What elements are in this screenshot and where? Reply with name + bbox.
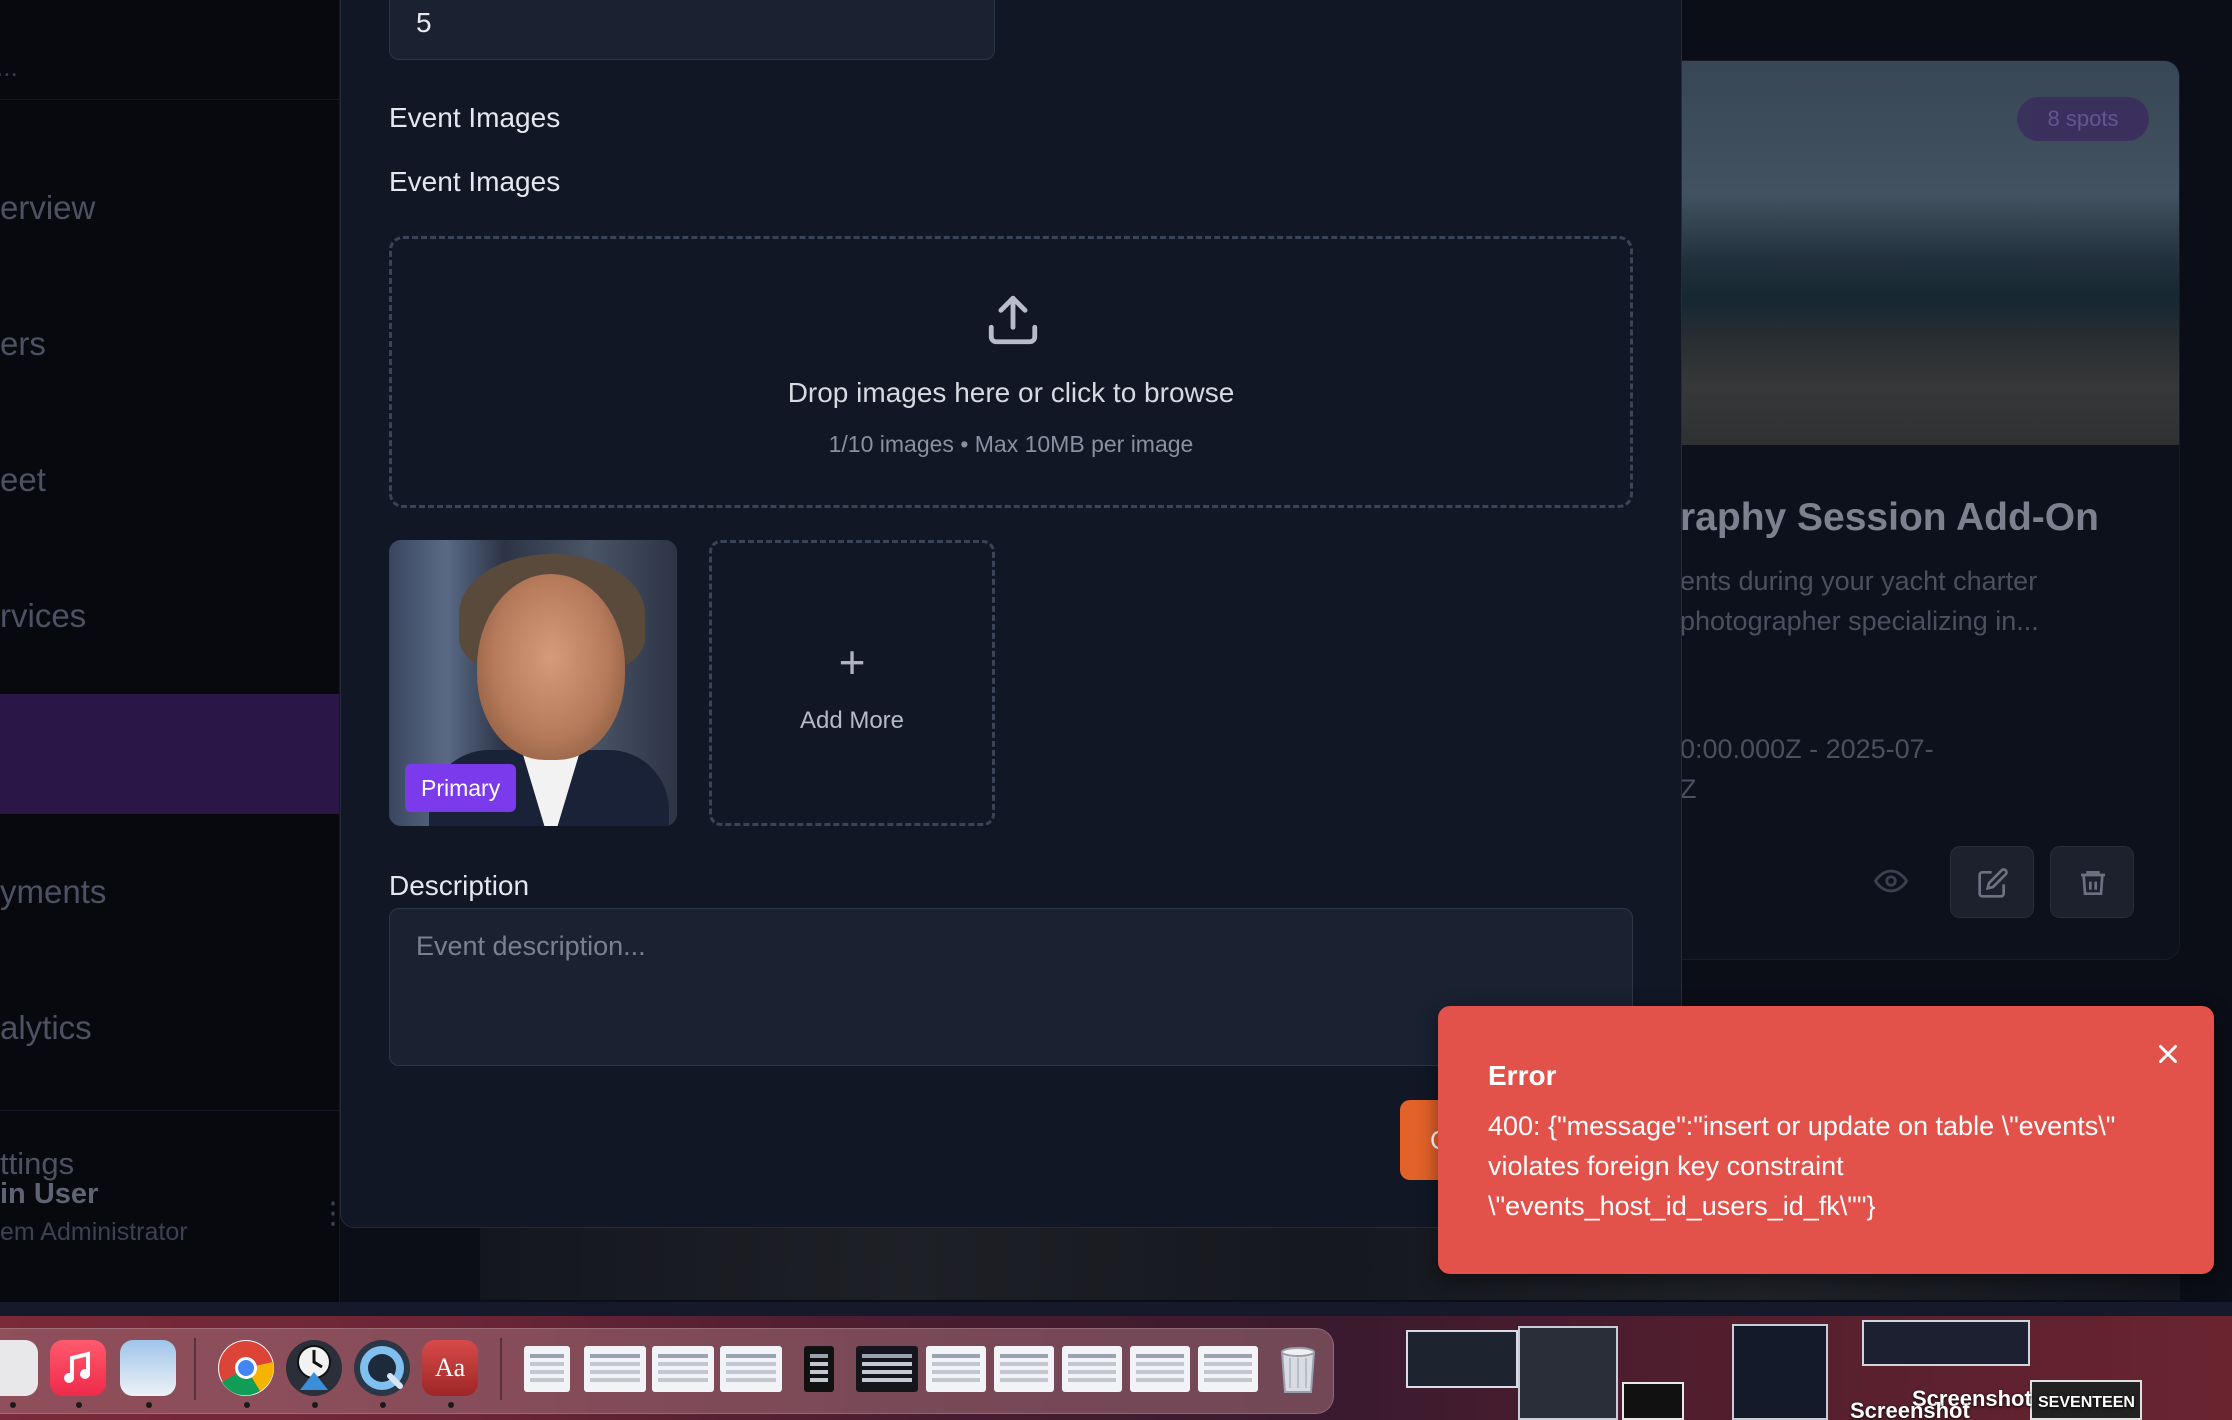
- sidebar-item-fleet[interactable]: eet: [0, 450, 339, 510]
- dictionary-icon[interactable]: Aa: [422, 1340, 478, 1396]
- desktop-screenshot-3[interactable]: [1622, 1382, 1684, 1420]
- sidebar-item-overview[interactable]: erview: [0, 178, 339, 238]
- quicktime-icon[interactable]: [354, 1340, 410, 1396]
- trash-can-icon[interactable]: [1270, 1340, 1326, 1396]
- dock-document-10[interactable]: [1130, 1346, 1190, 1392]
- section-title-event-images: Event Images: [389, 102, 561, 133]
- dropzone-title: Drop images here or click to browse: [787, 377, 1235, 408]
- event-card-badge: 8 spots: [2017, 97, 2149, 141]
- sidebar: ... erview ers eet rvices yments alytics: [0, 0, 340, 1302]
- desktop-screenshot-2[interactable]: [1518, 1326, 1618, 1420]
- sidebar-item-analytics[interactable]: alytics: [0, 998, 339, 1058]
- description-label: Description: [389, 870, 530, 901]
- add-more-images-button[interactable]: + Add More: [709, 540, 995, 826]
- dock-document-4[interactable]: [720, 1346, 782, 1392]
- sidebar-footer: [0, 1110, 339, 1139]
- event-card-description-2: photographer specializing in...: [1680, 606, 2039, 636]
- upload-icon: [988, 295, 1038, 345]
- sidebar-item-payments[interactable]: yments: [0, 862, 339, 922]
- chrome-icon[interactable]: [218, 1340, 274, 1396]
- primary-badge: Primary: [405, 764, 517, 812]
- event-images-label: Event Images: [389, 166, 561, 197]
- user-role: em Administrator: [0, 1218, 188, 1246]
- dock-document-2[interactable]: [584, 1346, 646, 1392]
- user-name: in User: [0, 1178, 99, 1210]
- dock-document-1[interactable]: [524, 1346, 570, 1392]
- sidebar-item-events-active[interactable]: [0, 694, 339, 814]
- event-card-dates-2: Z: [1680, 774, 1697, 804]
- dock-document-5[interactable]: [804, 1346, 834, 1392]
- edit-button[interactable]: [1950, 846, 2034, 918]
- view-icon[interactable]: [1873, 864, 1909, 898]
- preview-icon[interactable]: [120, 1340, 176, 1396]
- dock-document-9[interactable]: [1062, 1346, 1122, 1392]
- max-attendees-input[interactable]: 5: [389, 0, 995, 60]
- plus-icon: +: [838, 636, 866, 688]
- sidebar-search[interactable]: ...: [0, 0, 339, 100]
- event-card-description: ents during your yacht charter: [1680, 566, 2038, 596]
- sidebar-item-users[interactable]: ers: [0, 314, 339, 374]
- dock-document-11[interactable]: [1198, 1346, 1258, 1392]
- instruments-icon[interactable]: [286, 1340, 342, 1396]
- music-icon[interactable]: [50, 1340, 106, 1396]
- trash-icon: [2081, 871, 2105, 895]
- desktop-label-screenshot-2: Screenshot: [1850, 1398, 1970, 1420]
- toast-title: Error: [1488, 1060, 1557, 1091]
- sidebar-search-text: ...: [0, 52, 18, 82]
- close-icon[interactable]: [2150, 1036, 2186, 1072]
- sidebar-item-services[interactable]: rvices: [0, 586, 339, 646]
- toast-message: 400: {"message":"insert or update on tab…: [1488, 1111, 2116, 1221]
- event-card-dates: 0:00.000Z - 2025-07-: [1680, 734, 1934, 764]
- desktop-label-seventeen: SEVENTEEN: [2038, 1394, 2135, 1411]
- dock-document-6[interactable]: [856, 1346, 918, 1392]
- desktop-screenshot-4[interactable]: [1732, 1324, 1828, 1420]
- desktop-screenshot-5[interactable]: [1862, 1320, 2030, 1366]
- uploaded-image-thumbnail[interactable]: Primary: [389, 540, 677, 826]
- image-dropzone[interactable]: Drop images here or click to browse 1/10…: [389, 236, 1633, 508]
- finder-icon[interactable]: [0, 1340, 38, 1396]
- dock-document-8[interactable]: [994, 1346, 1054, 1392]
- error-toast: Error 400: {"message":"insert or update …: [1438, 1006, 2214, 1274]
- event-card-title: raphy Session Add-On: [1680, 496, 2099, 539]
- desktop-screenshot-1[interactable]: [1406, 1330, 1518, 1388]
- add-more-label: Add More: [799, 707, 905, 734]
- dock-document-3[interactable]: [652, 1346, 714, 1392]
- delete-button[interactable]: [2050, 846, 2134, 918]
- dropzone-subtitle: 1/10 images • Max 10MB per image: [828, 431, 1194, 457]
- edit-icon: [1978, 868, 2008, 898]
- dock-document-7[interactable]: [926, 1346, 986, 1392]
- sidebar-item-settings[interactable]: ttings: [0, 1146, 74, 1182]
